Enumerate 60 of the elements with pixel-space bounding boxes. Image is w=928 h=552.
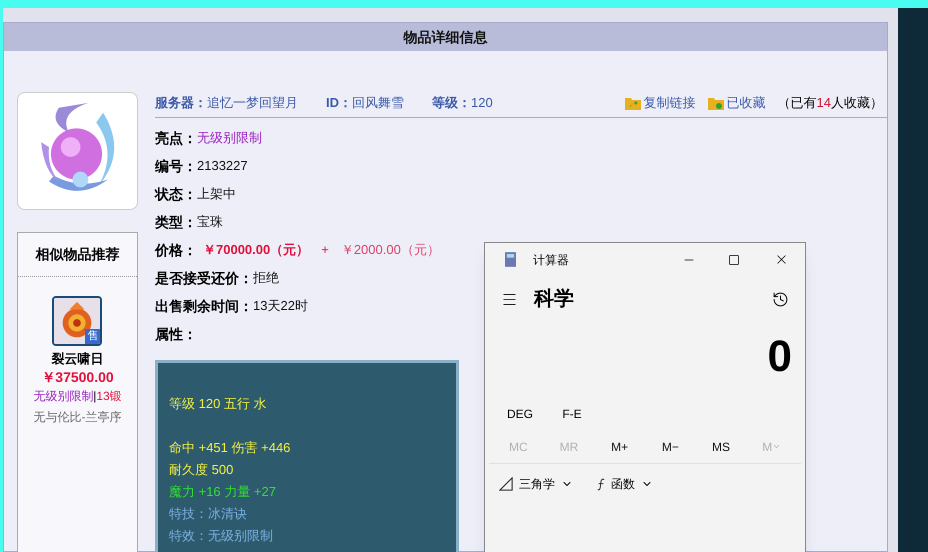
server-name: 追忆一梦回望月	[207, 94, 298, 112]
page-title: 物品详细信息	[4, 23, 887, 51]
field-value: 拒绝	[253, 269, 279, 288]
field-value: 宝珠	[197, 213, 223, 232]
field-label: 价格：	[155, 240, 197, 260]
favorite-count: （已有14人收藏）	[778, 94, 883, 112]
item-tag: 无级别限制	[33, 387, 94, 406]
field-value: 13天22时	[253, 297, 308, 316]
field-value: 上架中	[197, 185, 236, 204]
function-menu[interactable]: 三角学	[499, 475, 573, 493]
field-label: 出售剩余时间：	[155, 296, 253, 316]
panel-title: 相似物品推荐	[18, 233, 137, 277]
folder-icon	[708, 96, 724, 110]
folder-icon	[624, 96, 641, 110]
field-value: 无级别限制	[197, 129, 262, 148]
memory-button[interactable]: MS	[696, 438, 746, 456]
maximize-icon[interactable]	[728, 254, 740, 266]
field-label: 是否接受还价：	[155, 268, 253, 288]
window-title: 计算器	[533, 252, 569, 268]
memory-button[interactable]: M−	[645, 438, 696, 456]
price-value: ￥70000.00（元）	[203, 241, 310, 260]
attribute-line: 特效：无级别限制	[169, 527, 274, 545]
history-icon[interactable]	[772, 290, 789, 308]
chevron-icon	[772, 442, 782, 451]
field-label: 编号：	[155, 156, 197, 176]
copy-link[interactable]: 复制链接	[624, 92, 696, 112]
attribute-line: 等级 120 五行 水	[169, 395, 268, 413]
item-thumbnail[interactable]: 售	[52, 296, 102, 346]
item-price: ￥37500.00	[41, 368, 114, 387]
id-label: ID：	[326, 94, 352, 112]
attribute-line: 特技：冰清诀	[169, 505, 248, 523]
sale-badge: 售	[85, 329, 100, 344]
server-label: 服务器：	[155, 94, 207, 112]
function-icon	[597, 476, 605, 492]
field-label: 状态：	[155, 184, 197, 204]
forge-level: 13锻	[96, 388, 122, 405]
calculator-display: 0	[768, 335, 792, 379]
memory-button[interactable]: M+	[594, 438, 646, 456]
field-label: 亮点：	[155, 128, 197, 148]
item-name[interactable]: 裂云啸日	[51, 349, 104, 368]
field-label: 类型：	[155, 212, 197, 232]
mode-button[interactable]: DEG	[495, 405, 545, 423]
field-label: 属性：	[155, 324, 197, 344]
attribute-line: 魔力 +16 力量 +27	[169, 483, 277, 501]
role-id: 回风舞雪	[352, 94, 404, 112]
favorite-link[interactable]: 已收藏	[708, 92, 766, 112]
attribute-line: 命中 +451 伤害 +446	[169, 439, 292, 457]
price-value: ￥2000.00（元）	[340, 241, 440, 260]
mode-title: 科学	[534, 287, 574, 312]
attribute-line: 耐久度 500	[169, 461, 234, 479]
field-value: 2133227	[197, 157, 248, 176]
triangle-icon	[499, 477, 513, 491]
mode-button[interactable]: F-E	[547, 405, 597, 423]
calculator-icon	[505, 252, 516, 267]
function-menu[interactable]: 函数	[597, 475, 653, 493]
level-value: 120	[471, 94, 493, 112]
level-label: 等级：	[432, 94, 471, 112]
seller-name: 无与伦比-兰亭序	[33, 409, 122, 426]
plus-sign: +	[321, 241, 329, 260]
separator: |	[93, 388, 96, 405]
